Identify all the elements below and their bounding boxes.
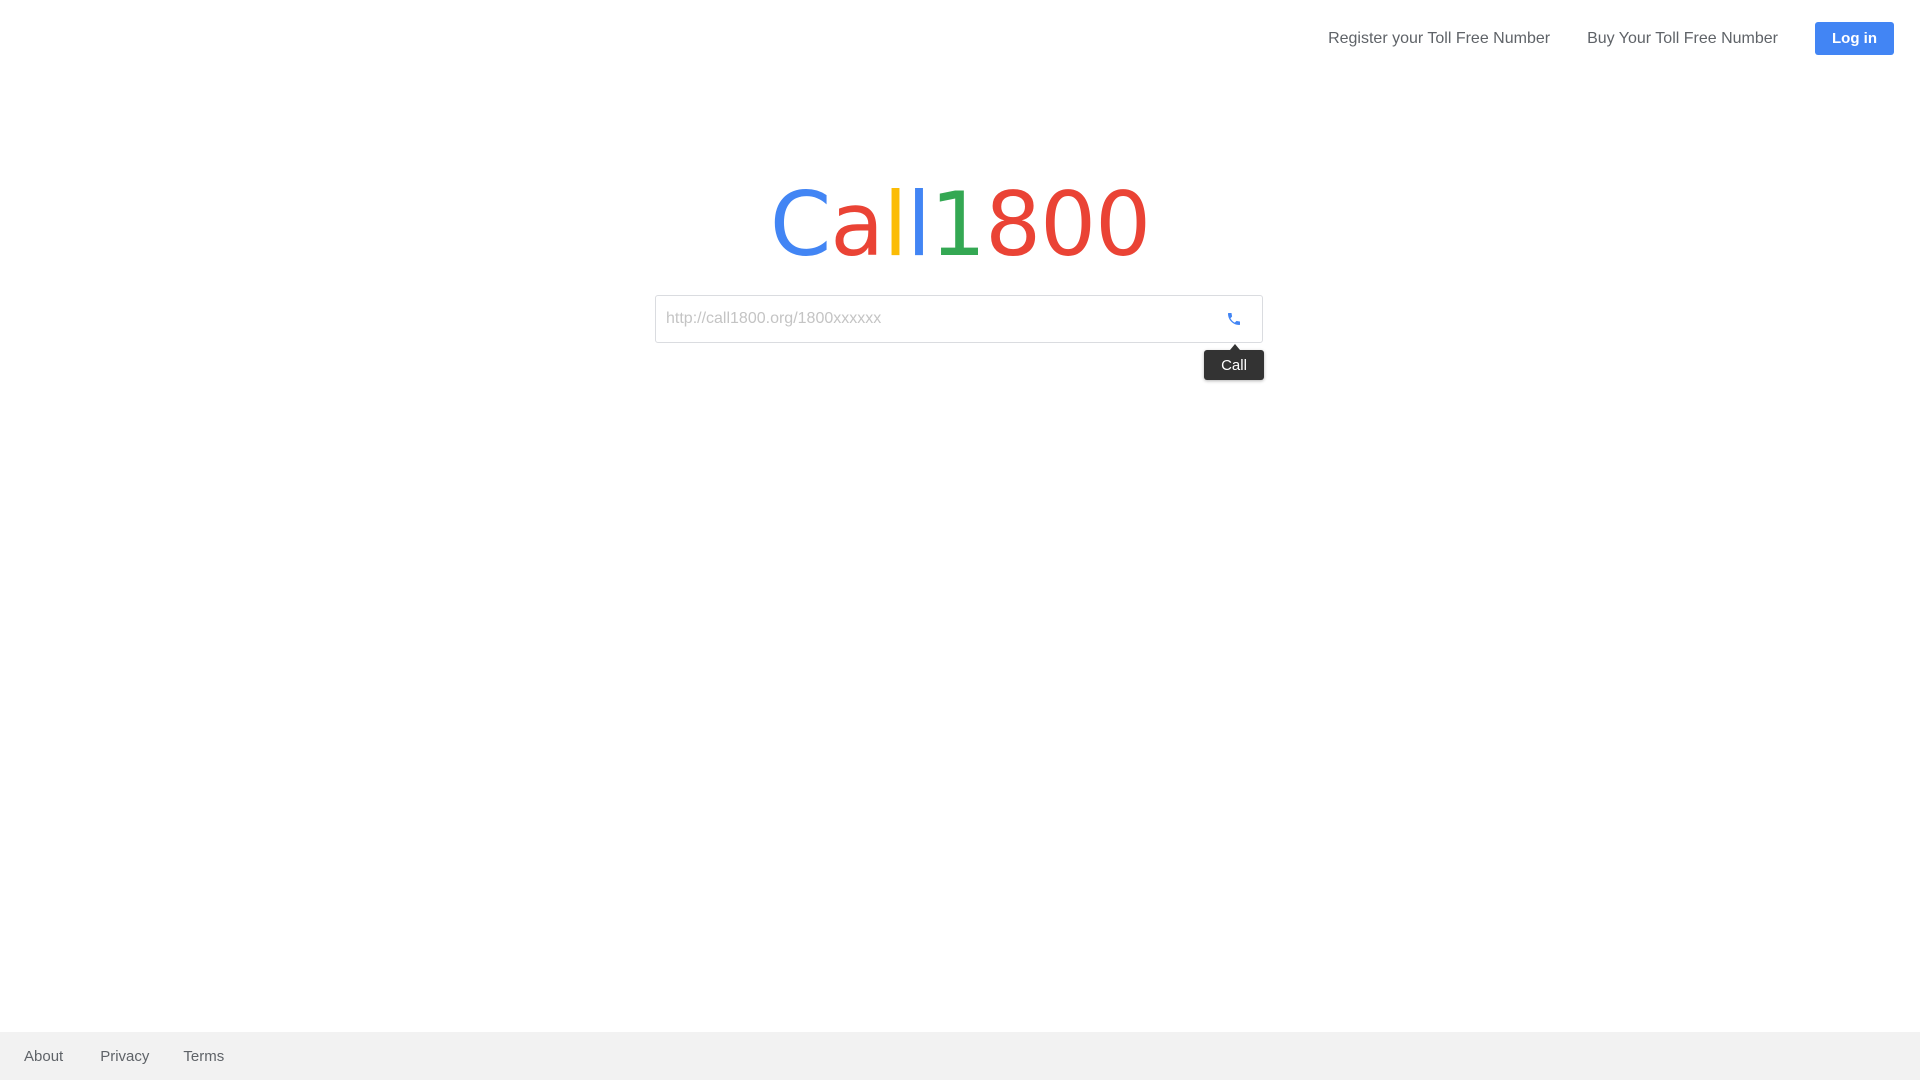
number-url-input[interactable] [656,296,1214,342]
phone-icon [1228,313,1240,325]
logo-letter: 0 [1095,173,1151,276]
search-box [655,295,1263,343]
login-button[interactable]: Log in [1815,22,1894,55]
call-button[interactable] [1214,299,1254,339]
register-toll-free-link[interactable]: Register your Toll Free Number [1328,23,1550,55]
logo-letter: 1 [930,173,986,276]
logo-letter: C [769,173,831,276]
logo-letter: 8 [985,173,1041,276]
logo-letter: 0 [1040,173,1096,276]
top-navigation: Register your Toll Free Number Buy Your … [1328,22,1894,55]
call1800-logo: Call1800 [0,170,1920,280]
footer: About Privacy Terms [0,1032,1920,1080]
footer-terms-link[interactable]: Terms [183,1048,224,1065]
logo-letter: l [883,173,907,276]
footer-about-link[interactable]: About [24,1048,63,1065]
buy-toll-free-link[interactable]: Buy Your Toll Free Number [1587,23,1778,55]
call-tooltip: Call [1204,344,1264,380]
page: Register your Toll Free Number Buy Your … [0,0,1920,1080]
logo-letter: l [906,173,931,276]
footer-privacy-link[interactable]: Privacy [100,1048,149,1065]
logo-letter: a [830,173,884,276]
